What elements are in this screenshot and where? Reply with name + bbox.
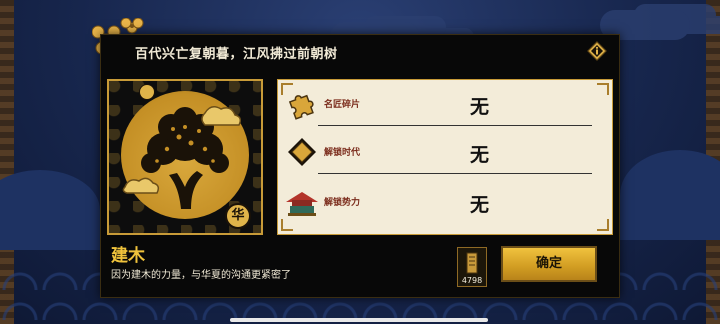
reward-value: 无 bbox=[470, 96, 490, 118]
hill-decoration bbox=[0, 170, 100, 250]
faction-badge: 华 bbox=[225, 203, 251, 229]
card-name: 建木 bbox=[111, 246, 145, 266]
home-indicator[interactable] bbox=[230, 318, 488, 322]
dialog-title: 百代兴亡复朝暮，江风拂过前朝树 bbox=[135, 47, 338, 62]
reward-row-faction: 解锁势力 无 bbox=[278, 180, 612, 226]
item-count: 4798 bbox=[461, 276, 483, 285]
reward-row-era: 解锁时代 无 bbox=[278, 130, 612, 176]
confirm-button[interactable]: 确定 bbox=[501, 246, 597, 282]
palace-icon bbox=[286, 192, 318, 216]
era-diamond-icon bbox=[288, 138, 316, 166]
info-icon[interactable] bbox=[587, 41, 607, 61]
scroll-item-icon bbox=[466, 252, 478, 274]
reward-row-fragments: 名匠碎片 无 bbox=[278, 82, 612, 128]
reward-value: 无 bbox=[470, 144, 490, 166]
reward-label: 解锁时代 bbox=[324, 148, 361, 158]
reward-value: 无 bbox=[470, 194, 490, 216]
seal-icon bbox=[139, 84, 155, 100]
puzzle-piece-icon bbox=[288, 94, 314, 120]
rewards-panel: 名匠碎片 无 解锁时代 无 解锁势力 无 bbox=[277, 79, 613, 235]
reward-label: 解锁势力 bbox=[324, 198, 361, 208]
character-portrait: 华 bbox=[107, 79, 263, 235]
reward-label: 名匠碎片 bbox=[324, 100, 361, 110]
reward-dialog: 百代兴亡复朝暮，江风拂过前朝树 华 名匠碎片 无 解锁时代 无 解锁势力 无 建… bbox=[100, 34, 620, 298]
item-slot[interactable]: 4798 bbox=[457, 247, 487, 287]
card-description: 因为建木的力量，与华夏的沟通更紧密了 bbox=[111, 270, 291, 281]
hill-decoration bbox=[620, 150, 720, 240]
row-divider bbox=[318, 125, 592, 126]
row-divider bbox=[318, 173, 592, 174]
tree-illustration-icon bbox=[122, 106, 242, 209]
